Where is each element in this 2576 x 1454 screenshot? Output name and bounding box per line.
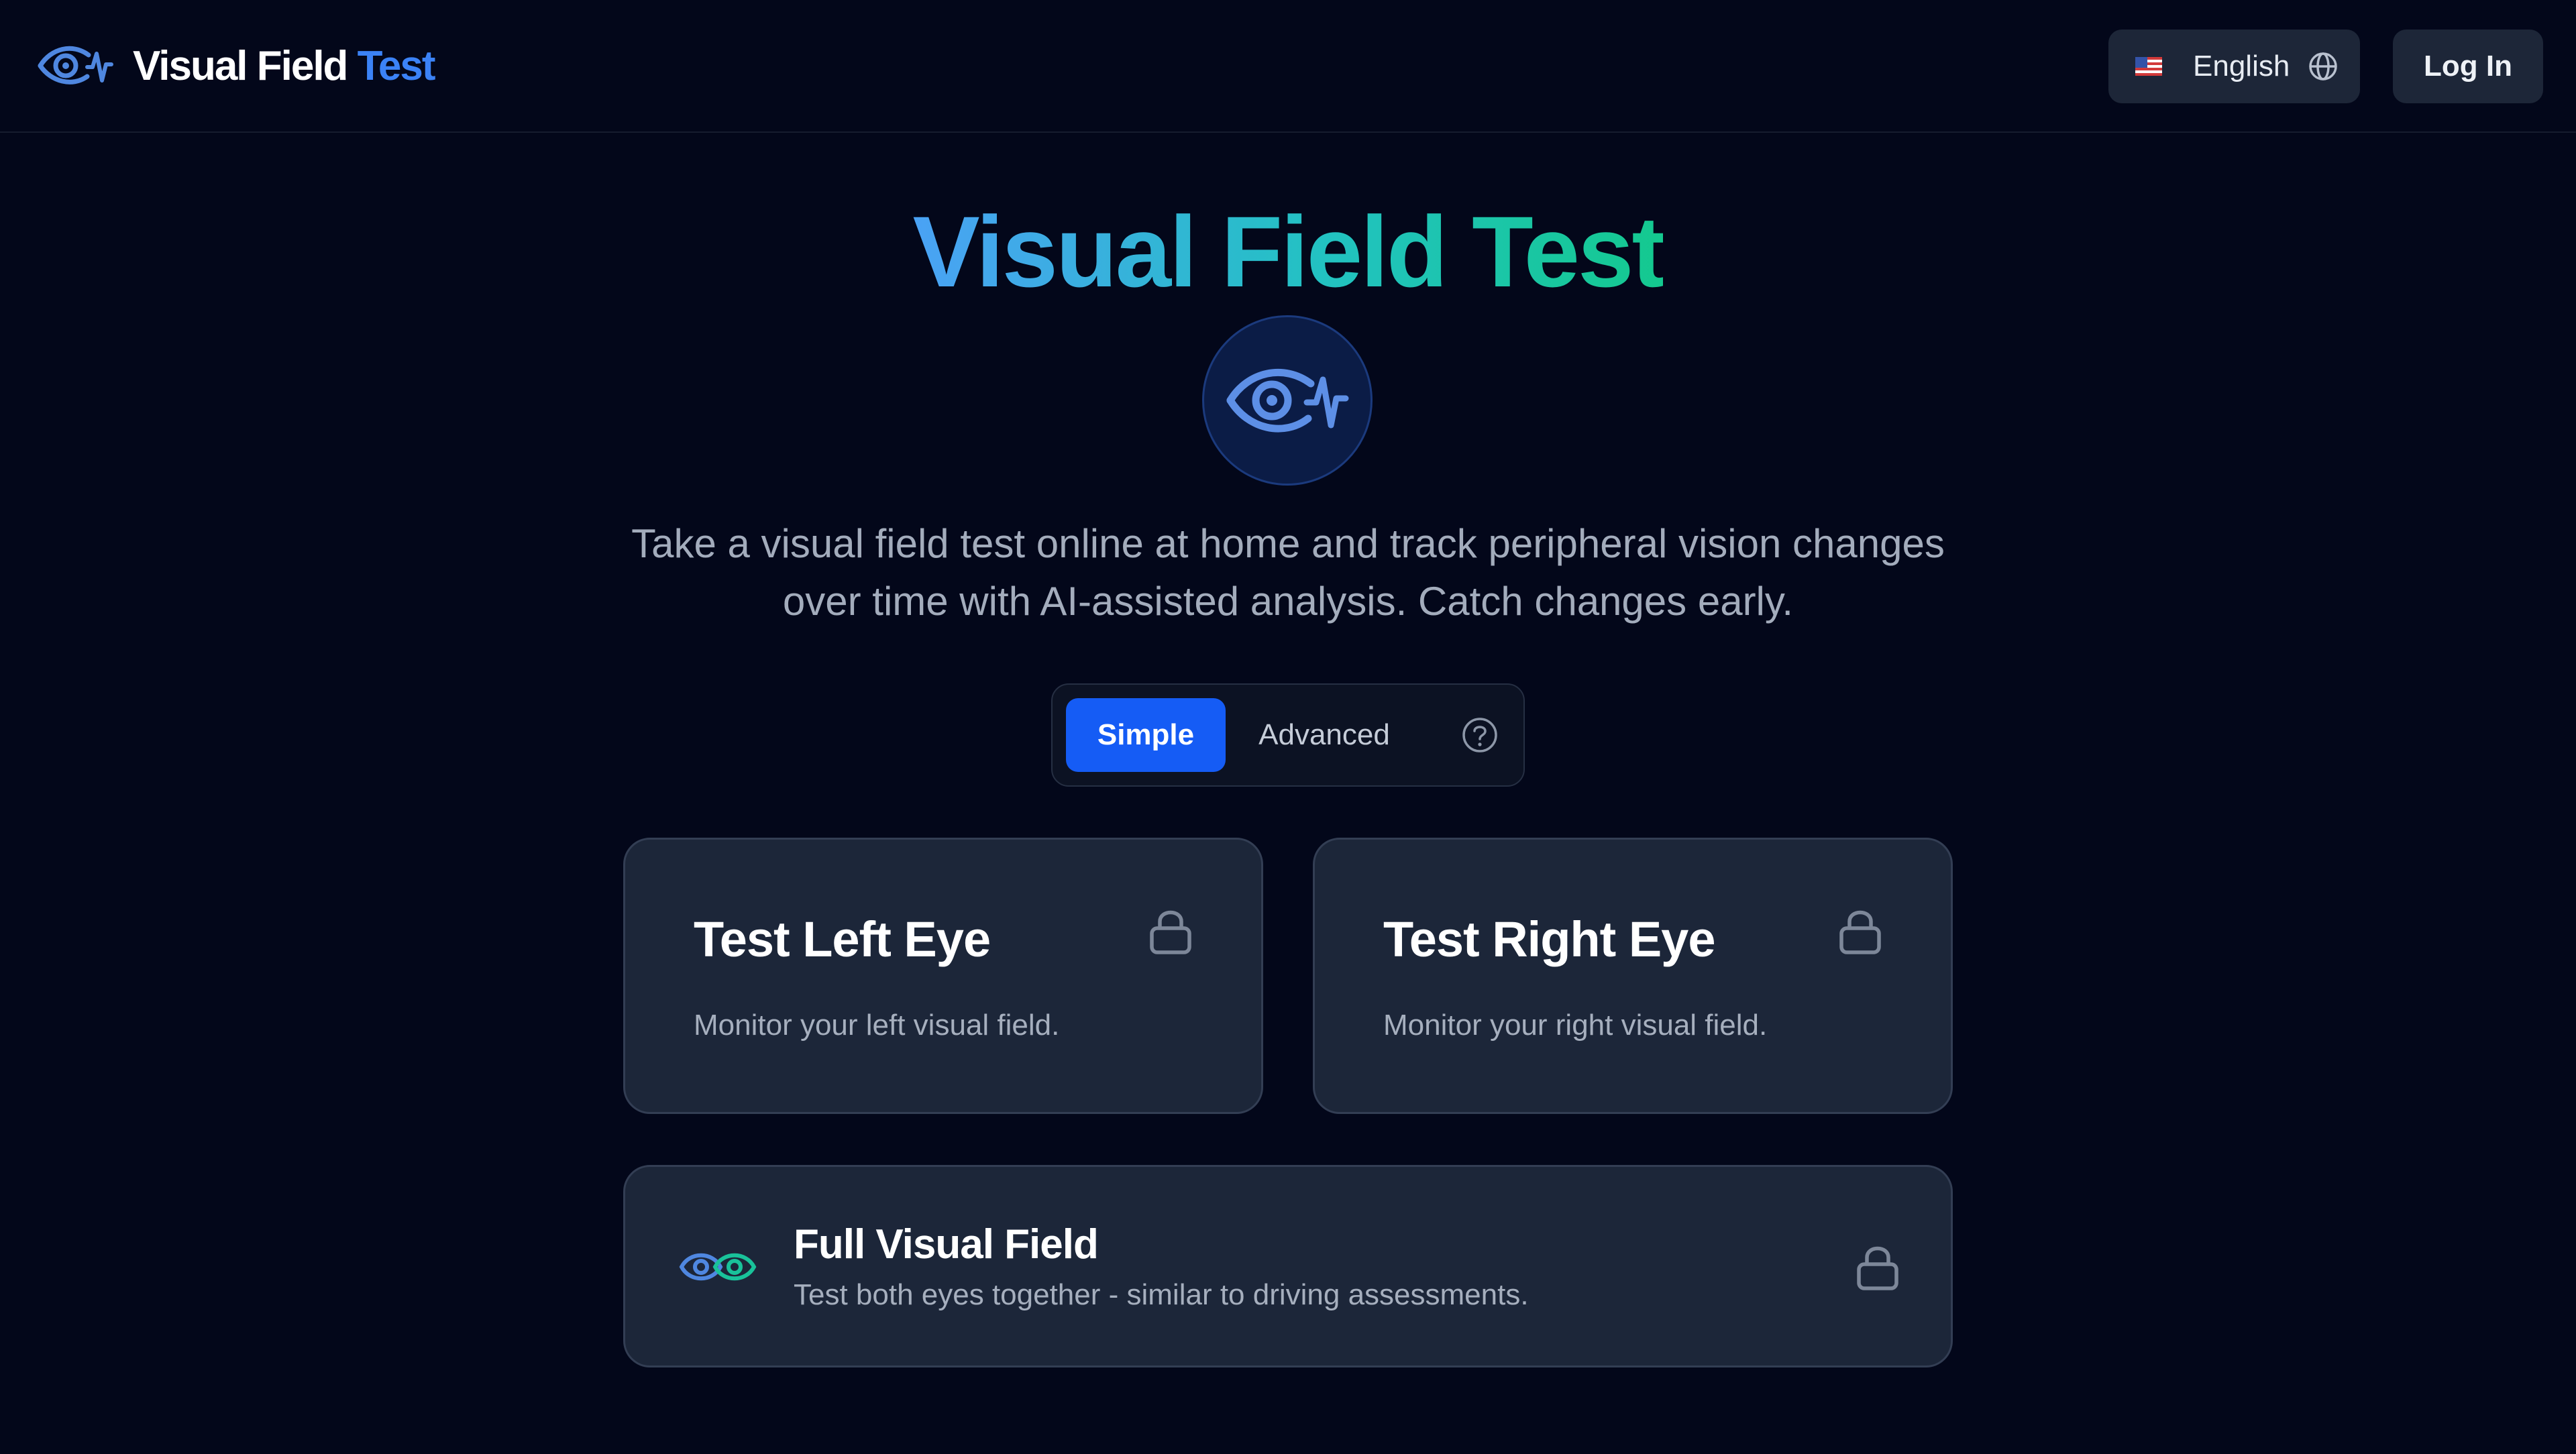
eye-pulse-icon bbox=[1226, 368, 1349, 433]
brand-logo-link[interactable]: Visual Field Test bbox=[36, 32, 436, 99]
hero-subtitle-line-1: Take a visual field test online at home … bbox=[631, 521, 1945, 566]
card-description: Monitor your left visual field. bbox=[694, 1009, 1060, 1042]
top-navigation-bar: Visual Field Test English Log In bbox=[0, 0, 2576, 133]
mode-toggle: Simple Advanced bbox=[1051, 683, 1525, 787]
lock-icon bbox=[1857, 1246, 1898, 1290]
hero-eye-badge bbox=[1202, 315, 1373, 486]
page-title: Visual Field Test bbox=[0, 194, 2576, 309]
language-selector-button[interactable]: English bbox=[2108, 30, 2360, 103]
language-label: English bbox=[2193, 50, 2290, 82]
full-visual-field-card[interactable]: Full Visual Field Test both eyes togethe… bbox=[623, 1165, 1953, 1367]
brand-name: Visual Field Test bbox=[133, 42, 436, 90]
both-eyes-icon bbox=[679, 1253, 757, 1281]
brand-name-main: Visual Field bbox=[133, 42, 348, 89]
mode-option-simple[interactable]: Simple bbox=[1066, 698, 1226, 772]
test-left-eye-card[interactable]: Test Left Eye Monitor your left visual f… bbox=[623, 838, 1263, 1114]
lock-icon bbox=[1150, 910, 1191, 954]
test-right-eye-card[interactable]: Test Right Eye Monitor your right visual… bbox=[1313, 838, 1953, 1114]
card-title: Test Left Eye bbox=[694, 911, 991, 967]
globe-icon bbox=[2309, 52, 2338, 80]
card-description: Test both eyes together - similar to dri… bbox=[794, 1278, 1529, 1311]
brand-name-accent: Test bbox=[357, 42, 436, 89]
hero-subtitle-line-2: over time with AI-assisted analysis. Cat… bbox=[782, 579, 1794, 624]
mode-option-advanced[interactable]: Advanced bbox=[1247, 698, 1401, 772]
lock-icon bbox=[1839, 910, 1881, 954]
card-title: Test Right Eye bbox=[1383, 911, 1715, 967]
card-title: Full Visual Field bbox=[794, 1221, 1099, 1268]
us-flag-icon bbox=[2135, 57, 2162, 76]
eye-pulse-icon bbox=[38, 46, 113, 85]
question-circle-icon[interactable] bbox=[1460, 716, 1499, 754]
page-title-text: Visual Field Test bbox=[912, 195, 1666, 308]
hero-subtitle: Take a visual field test online at home … bbox=[577, 515, 1999, 630]
card-description: Monitor your right visual field. bbox=[1383, 1009, 1768, 1042]
login-button[interactable]: Log In bbox=[2393, 30, 2543, 103]
